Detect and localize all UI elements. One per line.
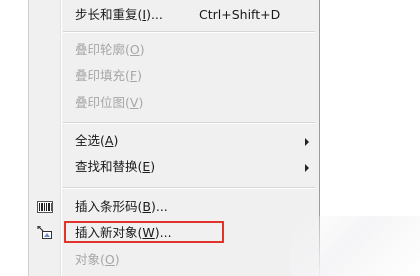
insert-object-icon (37, 226, 52, 239)
menu-item-find-and-replace[interactable]: 查找和替换(E) (29, 155, 319, 179)
menu-item-label: 步长和重复(I)... (75, 7, 163, 22)
menu-separator (63, 31, 315, 33)
menu-item-label: 全选(A) (75, 133, 119, 148)
submenu-arrow-icon (305, 164, 309, 172)
screenshot-stage: 步长和重复(I)... Ctrl+Shift+D 叠印轮廓(O) 叠印填充(F)… (0, 0, 420, 276)
menu-item-label: 叠印位图(V) (75, 95, 144, 110)
background-smear (290, 216, 420, 276)
menu-item-overprint-outline: 叠印轮廓(O) (29, 38, 319, 62)
menu-item-select-all[interactable]: 全选(A) (29, 129, 319, 153)
annotation-highlight-box (64, 221, 224, 243)
menu-item-label: 查找和替换(E) (75, 159, 156, 174)
submenu-arrow-icon (305, 138, 309, 146)
menu-item-object: 对象(O) (29, 248, 319, 272)
menu-item-insert-barcode[interactable]: 插入条形码(B)... (29, 195, 319, 219)
menu-item-overprint-bitmap: 叠印位图(V) (29, 91, 319, 115)
edit-context-menu: 步长和重复(I)... Ctrl+Shift+D 叠印轮廓(O) 叠印填充(F)… (28, 0, 320, 276)
menu-item-overprint-fill: 叠印填充(F) (29, 64, 319, 88)
menu-separator (63, 122, 315, 124)
menu-item-step-and-repeat[interactable]: 步长和重复(I)... Ctrl+Shift+D (29, 3, 319, 27)
shortcut-label: Ctrl+Shift+D (199, 7, 281, 22)
menu-item-label: 对象(O) (75, 252, 120, 267)
menu-item-label: 叠印填充(F) (75, 68, 142, 83)
barcode-icon (37, 201, 53, 213)
menu-item-label: 插入条形码(B)... (75, 199, 168, 214)
menu-separator (63, 187, 315, 189)
menu-item-label: 叠印轮廓(O) (75, 42, 145, 57)
